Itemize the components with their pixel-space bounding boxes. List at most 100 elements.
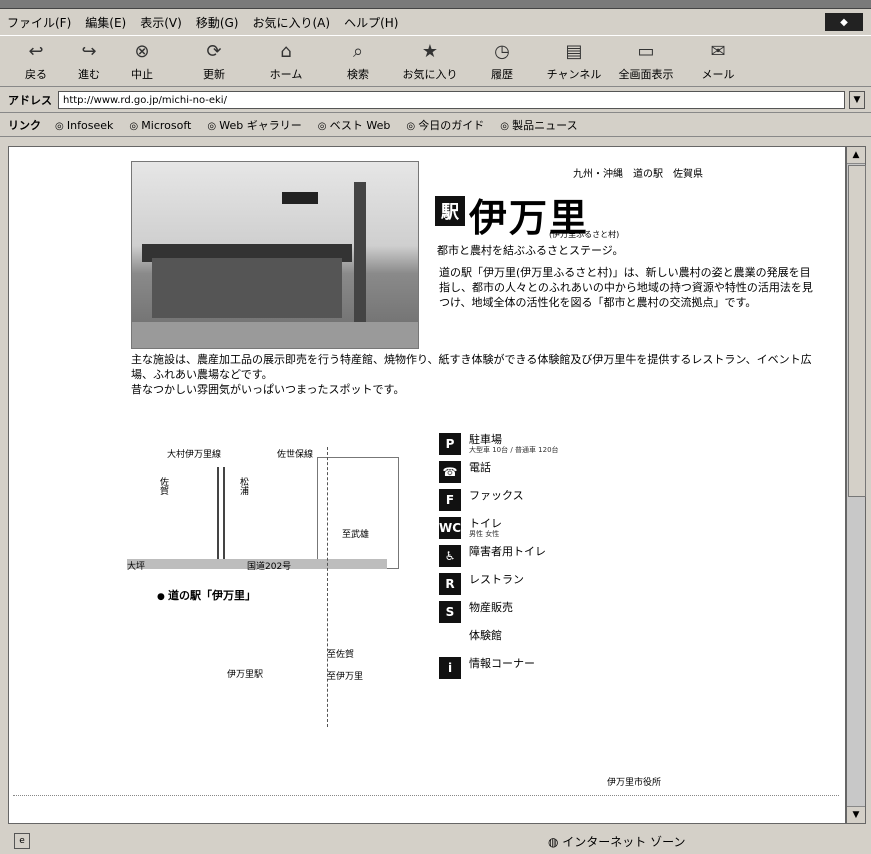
back-arrow-button[interactable]: ↩ 戻る [0,36,72,86]
facility-item: ♿ 障害者用トイレ [439,545,739,567]
fax-icon: F [439,489,461,511]
links-label: リンク [8,119,41,132]
zone-label: インターネット ゾーン [562,835,686,849]
menu-view[interactable]: 表示(V) [133,14,189,31]
menu-favorites[interactable]: お気に入り(A) [245,14,337,31]
security-zone: ◍ インターネット ゾーン [548,833,686,850]
stop-button[interactable]: ⊗ 中止 [106,36,178,86]
mail-button[interactable]: ✉ メール [682,36,754,86]
browser-window: ファイル(F) 編集(E) 表示(V) 移動(G) お気に入り(A) ヘルプ(H… [0,0,871,854]
facility-name: レストラン [469,573,524,586]
status-bar: e ◍ インターネット ゾーン [0,828,871,854]
divider [13,795,839,796]
history-button[interactable]: ◷ 履歴 [466,36,538,86]
toolbar-button-label: 更新 [203,68,225,81]
map-label: 国道202号 [247,562,292,572]
facility-item: WC トイレ 男性 女性 [439,517,739,539]
refresh-button[interactable]: ⟳ 更新 [178,36,250,86]
facility-item: 体験館 [439,629,739,651]
forward-arrow-icon: ↪ [81,41,97,62]
forward-arrow-button[interactable]: ↪ 進む [72,36,106,86]
restaurant-icon: R [439,573,461,595]
link-web-gallery[interactable]: Web ギャラリー [199,117,309,133]
channels-icon: ▤ [565,41,583,62]
map-label: 至佐賀 [327,650,355,660]
facility-name: 障害者用トイレ [469,545,546,558]
menu-edit[interactable]: 編集(E) [78,14,133,31]
address-input[interactable]: http://www.rd.go.jp/michi-no-eki/ [58,91,845,109]
station-marker: 道の駅「伊万里」 [157,587,256,603]
favorites-icon: ★ [421,41,439,62]
info-icon: i [439,657,461,679]
toolbar-button-label: 履歴 [491,68,513,81]
toolbar-button-label: チャンネル [546,68,602,81]
history-icon: ◷ [494,41,510,62]
access-map: 大村伊万里線 佐世保線 国道202号 大坪 佐賀 松浦 至武雄 至佐賀 伊万里駅… [127,437,427,767]
michi-no-eki-logo-icon: 駅 [435,196,465,226]
toolbar: ↩ 戻る ↪ 進む ⊗ 中止 ⟳ 更新 ⌂ ホーム ⌕ 検索 ★ お気に入り ◷ 履歴 ▤ チャンネル ▭ 全画面表示… [0,35,871,87]
toolbar-button-label: 全画面表示 [618,68,674,81]
home-button[interactable]: ⌂ ホーム [250,36,322,86]
facility-item: F ファックス [439,489,739,511]
map-label: 至武雄 [342,530,370,540]
toolbar-button-label: 戻る [25,68,47,81]
facility-detail: 大型車 10台 / 普通車 120台 [469,446,559,454]
vertical-scrollbar[interactable]: ▲ ▼ [846,146,866,824]
facility-item: P 駐車場 大型車 10台 / 普通車 120台 [439,433,739,455]
tagline: 都市と農村を結ぶふるさとステージ。 [437,244,624,257]
favorites-button[interactable]: ★ お気に入り [394,36,466,86]
menu-help[interactable]: ヘルプ(H) [337,14,405,31]
menu-go[interactable]: 移動(G) [189,14,246,31]
toolbar-button-label: 検索 [347,68,369,81]
map-label: 佐賀 [158,477,168,495]
facility-item: S 物産販売 [439,601,739,623]
map-label: 大坪 [127,562,146,572]
address-bar: アドレス http://www.rd.go.jp/michi-no-eki/ ▼ [0,88,871,113]
search-button[interactable]: ⌕ 検索 [322,36,394,86]
address-dropdown-icon[interactable]: ▼ [849,91,865,109]
body-paragraph: 主な施設は、農産加工品の展示即売を行う特産館、焼物作り、紙すき体験ができる体験館… [131,353,812,381]
scroll-thumb[interactable] [848,165,866,497]
facility-name: 情報コーナー [469,657,535,670]
windows-logo-icon: ◆ [825,13,863,31]
stop-icon: ⊗ [134,41,150,62]
title-bar[interactable] [0,0,871,9]
toolbar-button-label: 中止 [131,68,153,81]
toolbar-button-label: お気に入り [402,68,458,81]
breadcrumb[interactable]: 九州・沖縄 道の駅 佐賀県 [573,165,703,180]
scroll-down-icon[interactable]: ▼ [847,806,865,823]
link-microsoft[interactable]: Microsoft [121,119,199,132]
refresh-icon: ⟳ [206,41,222,62]
toolbar-button-label: ホーム [269,68,303,81]
map-label: 松浦 [238,477,248,495]
map-label: 至伊万里 [327,672,364,682]
link-best-web[interactable]: ベスト Web [310,117,399,133]
fullscreen-button[interactable]: ▭ 全画面表示 [610,36,682,86]
facility-item: R レストラン [439,573,739,595]
body-paragraph: 昔なつかしい雰囲気がいっぱいつまったスポットです。 [131,383,405,396]
parking-icon: P [439,433,461,455]
facility-item: i 情報コーナー [439,657,739,679]
body-text: 主な施設は、農産加工品の展示即売を行う特産館、焼物作り、紙すき体験ができる体験館… [131,352,831,397]
facility-name: ファックス [469,489,524,502]
page-subtitle: (伊万里ふるさと村) [549,230,620,239]
address-label: アドレス [8,94,52,107]
facility-name: 電話 [469,461,491,474]
scroll-up-icon[interactable]: ▲ [847,147,865,164]
facility-detail: 男性 女性 [469,530,500,538]
link-product-news[interactable]: 製品ニュース [492,117,585,133]
menu-file[interactable]: ファイル(F) [0,14,78,31]
map-label: 大村伊万里線 [167,450,222,460]
links-bar: リンク Infoseek Microsoft Web ギャラリー ベスト Web… [0,114,871,137]
link-infoseek[interactable]: Infoseek [47,119,121,132]
link-todays-guide[interactable]: 今日のガイド [398,117,492,133]
facility-name: トイレ [469,517,502,530]
facility-name: 体験館 [469,629,502,642]
toolbar-button-label: 進む [78,68,100,81]
station-photo [131,161,419,349]
mail-icon: ✉ [710,41,726,62]
home-icon: ⌂ [280,41,292,62]
facility-name: 物産販売 [469,601,513,614]
channels-button[interactable]: ▤ チャンネル [538,36,610,86]
footer-text: 伊万里市役所 [607,778,662,788]
